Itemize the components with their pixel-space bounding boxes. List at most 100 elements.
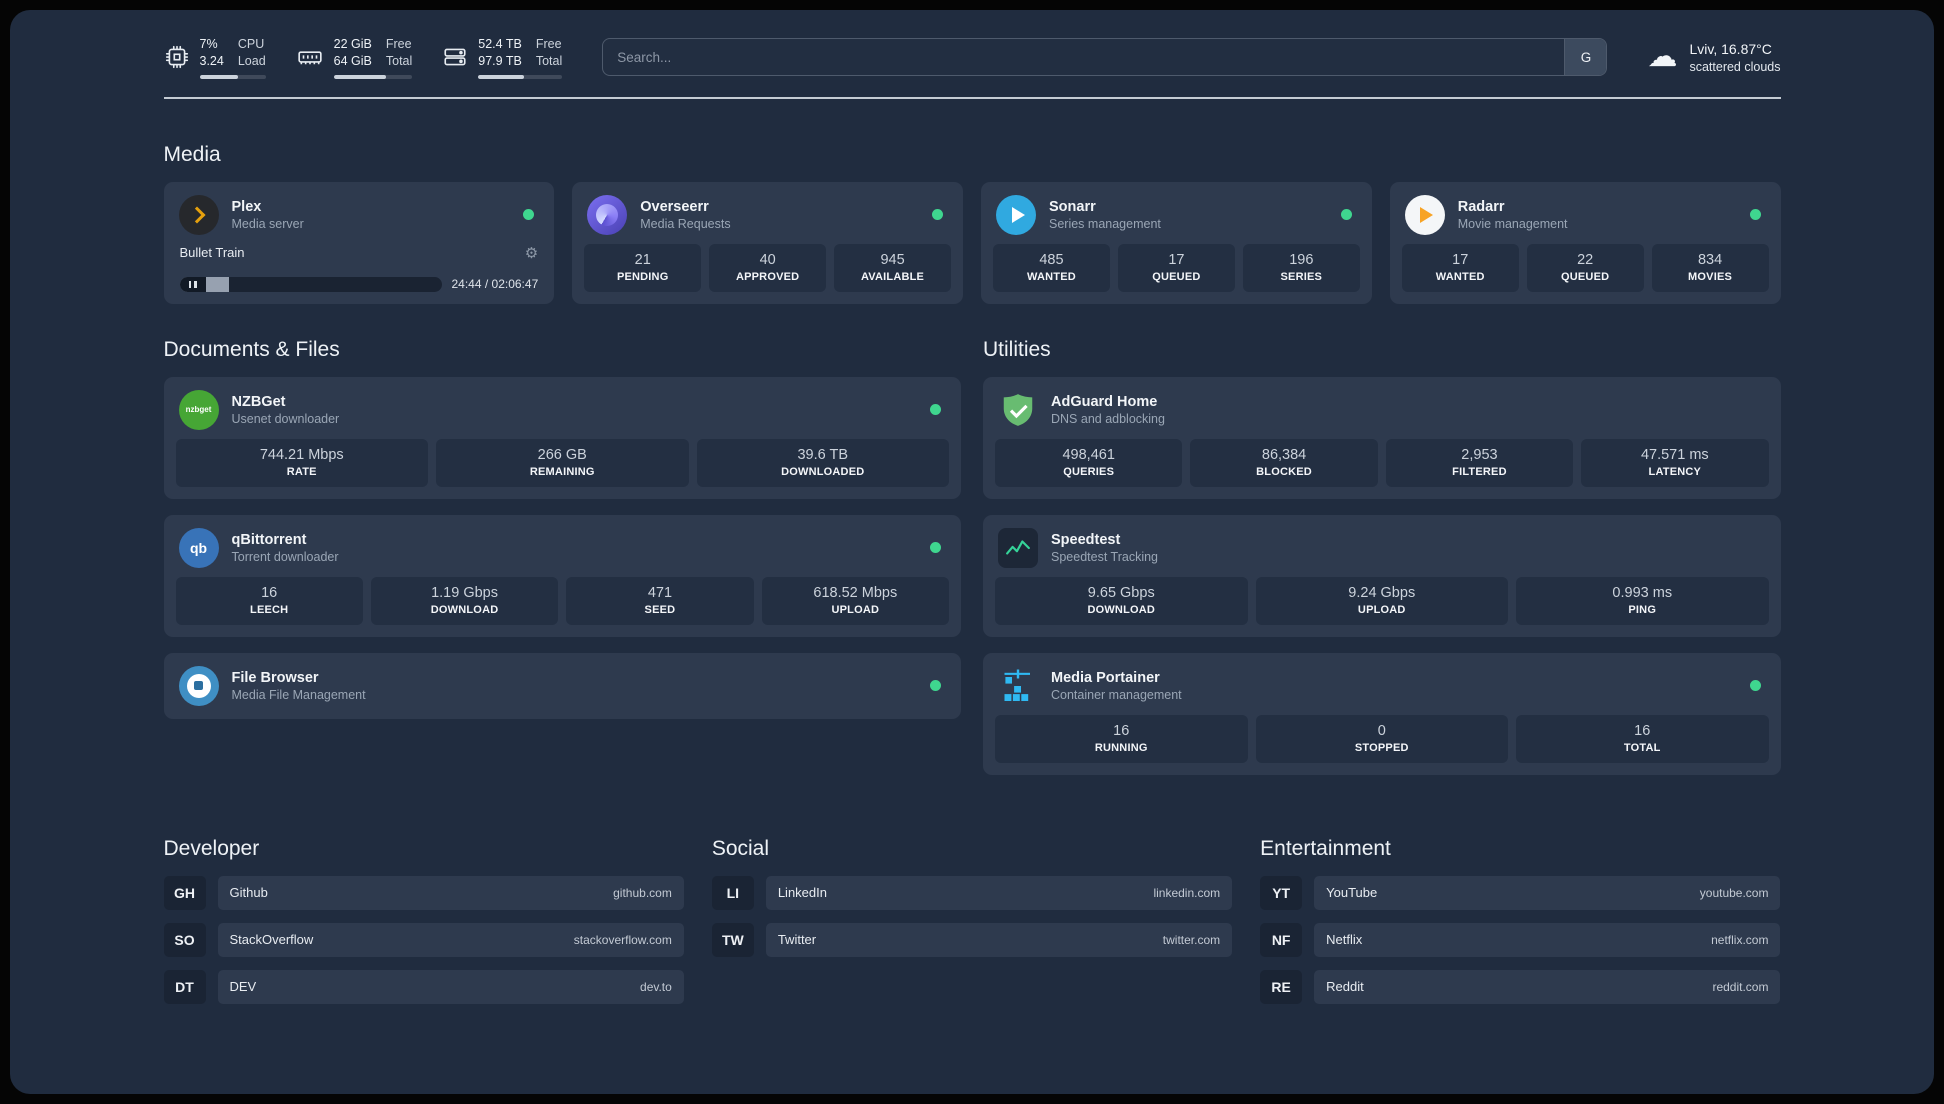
radarr-icon	[1404, 194, 1445, 235]
service-desc: Speedtest Tracking	[1051, 549, 1159, 564]
service-card-radarr[interactable]: Radarr Movie management 17 WANTED 22 QUE…	[1389, 181, 1781, 304]
cpu-progress-bar	[199, 74, 266, 79]
stat-block: 47.571 ms LATENCY	[1581, 438, 1769, 487]
stat-block: 1.19 Gbps DOWNLOAD	[370, 576, 559, 625]
service-card-nzbget[interactable]: nzbget NZBGet Usenet downloader 744.21 M…	[163, 376, 961, 499]
bookmark-link-stackoverflow[interactable]: StackOverflow stackoverflow.com	[217, 922, 684, 957]
search-bar: G	[602, 38, 1608, 77]
disk-total: 97.9 TB	[478, 53, 522, 68]
stat-block: 196 SERIES	[1242, 243, 1360, 292]
service-card-qbittorrent[interactable]: qb qBittorrent Torrent downloader 16 LEE…	[163, 514, 961, 637]
stat-block: 16 LEECH	[175, 576, 363, 625]
stat-block: 16 RUNNING	[995, 714, 1248, 763]
speedtest-icon	[998, 527, 1038, 568]
disk-label2: Total	[535, 53, 563, 68]
bookmark-abbr: NF	[1260, 922, 1303, 957]
stat-block: 22 QUEUED	[1526, 243, 1644, 292]
bookmark-row: DT DEV dev.to	[163, 969, 684, 1004]
section-utilities: Utilities AdGuard Home DNS and adblockin…	[983, 338, 1781, 775]
disk-label: Free	[535, 37, 562, 51]
service-card-speedtest[interactable]: Speedtest Speedtest Tracking 9.65 Gbps D…	[983, 514, 1781, 637]
bookmark-abbr: LI	[711, 875, 754, 910]
resource-widgets: 7% 3.24 CPU Load 22 GiB 64 GiB Free Tota…	[164, 36, 563, 79]
service-desc: Media File Management	[231, 687, 366, 702]
service-desc: Usenet downloader	[231, 411, 340, 426]
playback-progress-bar[interactable]	[179, 276, 442, 292]
nzbget-icon: nzbget	[178, 389, 219, 430]
bookmark-link-linkedin[interactable]: LinkedIn linkedin.com	[765, 875, 1233, 910]
service-desc: Media Requests	[640, 216, 731, 231]
plex-icon	[178, 194, 219, 235]
service-desc: Media server	[231, 216, 304, 231]
service-card-filebrowser[interactable]: File Browser Media File Management	[163, 652, 961, 719]
service-card-overseerr[interactable]: Overseerr Media Requests 21 PENDING 40 A…	[572, 181, 963, 304]
status-dot	[930, 680, 941, 692]
section-title-entertainment: Entertainment	[1260, 836, 1391, 860]
service-desc: Movie management	[1457, 216, 1568, 231]
bookmark-link-dev[interactable]: DEV dev.to	[217, 969, 684, 1004]
stat-block: 945 AVAILABLE	[834, 243, 952, 292]
bookmark-abbr: YT	[1260, 875, 1303, 910]
filebrowser-icon	[178, 665, 219, 706]
stat-block: 40 APPROVED	[709, 243, 827, 292]
pause-button[interactable]	[179, 276, 206, 292]
bookmark-group-developer: Developer GH Github github.com SO StackO…	[163, 837, 684, 1017]
top-bar: 7% 3.24 CPU Load 22 GiB 64 GiB Free Tota…	[164, 10, 1781, 79]
section-title-utilities: Utilities	[983, 337, 1051, 361]
disk-progress-bar	[478, 74, 563, 79]
bookmark-abbr: DT	[163, 969, 206, 1004]
service-card-plex[interactable]: Plex Media server Bullet Train ⚙ 24:44 /…	[163, 181, 555, 304]
memory-progress-bar	[333, 74, 413, 79]
status-dot	[932, 209, 943, 221]
service-name: Speedtest	[1051, 531, 1121, 548]
service-desc: Series management	[1049, 216, 1161, 231]
settings-gear-icon[interactable]: ⚙	[525, 244, 538, 262]
status-dot	[930, 404, 941, 416]
bookmark-link-reddit[interactable]: Reddit reddit.com	[1314, 969, 1781, 1004]
cpu-label: CPU	[237, 37, 265, 51]
bookmark-row: LI LinkedIn linkedin.com	[711, 875, 1233, 910]
stat-block: 86,384 BLOCKED	[1190, 438, 1378, 487]
memory-icon	[296, 44, 324, 70]
qbittorrent-icon: qb	[178, 527, 219, 568]
bookmark-row: TW Twitter twitter.com	[711, 922, 1233, 957]
stat-block: 0.993 ms PING	[1516, 576, 1769, 625]
section-title-documents: Documents & Files	[163, 337, 340, 361]
service-name: NZBGet	[231, 393, 286, 410]
search-provider-button[interactable]: G	[1564, 39, 1607, 76]
bookmark-link-twitter[interactable]: Twitter twitter.com	[765, 922, 1233, 957]
bookmark-row: GH Github github.com	[163, 875, 684, 910]
bookmark-group-social: Social LI LinkedIn linkedin.com TW Twitt…	[711, 836, 1233, 1017]
weather-widget: ☁ Lviv, 16.87°C scattered clouds	[1647, 39, 1780, 76]
service-card-portainer[interactable]: Media Portainer Container management 16 …	[983, 652, 1781, 775]
bookmark-link-youtube[interactable]: YouTube youtube.com	[1314, 875, 1781, 910]
bookmark-abbr: TW	[711, 922, 754, 957]
service-card-adguard[interactable]: AdGuard Home DNS and adblocking 498,461 …	[983, 376, 1781, 499]
stat-block: 618.52 Mbps UPLOAD	[761, 576, 949, 625]
stat-block: 17 QUEUED	[1117, 243, 1235, 292]
memory-widget: 22 GiB 64 GiB Free Total	[296, 36, 413, 79]
cpu-widget: 7% 3.24 CPU Load	[164, 36, 266, 79]
service-name: Sonarr	[1049, 198, 1096, 215]
bookmark-link-netflix[interactable]: Netflix netflix.com	[1314, 922, 1781, 957]
topbar-divider	[163, 96, 1781, 99]
memory-total: 64 GiB	[333, 53, 372, 68]
section-media: Media Plex Media server Bullet Train ⚙ 2…	[163, 143, 1781, 304]
status-dot	[1749, 680, 1761, 692]
service-name: Plex	[231, 198, 262, 215]
section-title-social: Social	[711, 836, 770, 860]
service-name: Media Portainer	[1051, 669, 1160, 686]
disk-free: 52.4 TB	[478, 37, 522, 51]
stat-block: 498,461 QUERIES	[995, 438, 1183, 487]
service-desc: DNS and adblocking	[1051, 411, 1165, 426]
service-card-sonarr[interactable]: Sonarr Series management 485 WANTED 17 Q…	[981, 181, 1372, 304]
search-input[interactable]	[603, 39, 1565, 76]
status-dot	[1749, 209, 1761, 221]
bookmark-link-github[interactable]: Github github.com	[217, 875, 684, 910]
stat-block: 0 STOPPED	[1255, 714, 1508, 763]
status-dot	[523, 209, 535, 221]
stat-block: 2,953 FILTERED	[1385, 438, 1574, 487]
cpu-label2: Load	[237, 53, 266, 68]
stat-block: 485 WANTED	[993, 243, 1110, 292]
bookmark-abbr: SO	[163, 922, 206, 957]
